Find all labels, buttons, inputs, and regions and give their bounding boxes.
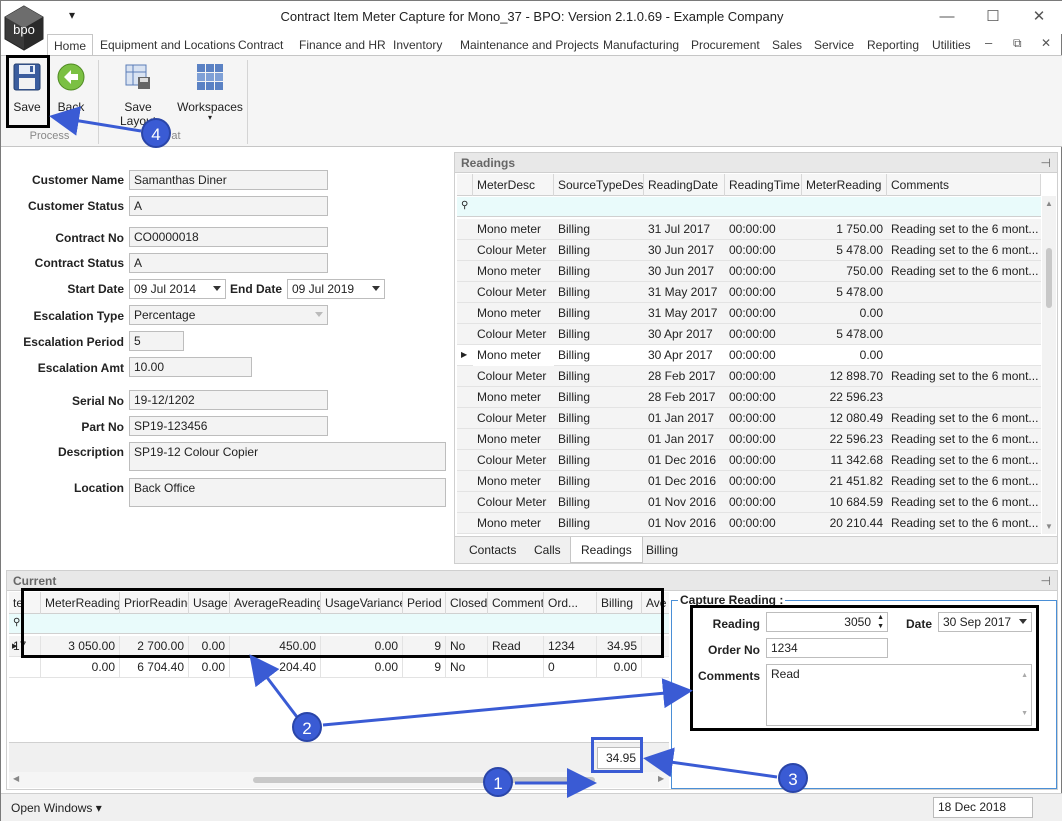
annotation-badge-2: 2 [292, 712, 322, 742]
arrow-4 [49, 106, 142, 136]
annotation-badge-4: 4 [141, 118, 171, 148]
annotation-badge-3: 3 [778, 763, 808, 793]
arrow-2a [249, 654, 299, 718]
arrow-3 [643, 747, 778, 779]
application-window: bpo ▾ Contract Item Meter Capture for Mo… [0, 0, 1062, 821]
arrow-2b [322, 678, 693, 727]
annotation-badge-1: 1 [483, 767, 513, 797]
